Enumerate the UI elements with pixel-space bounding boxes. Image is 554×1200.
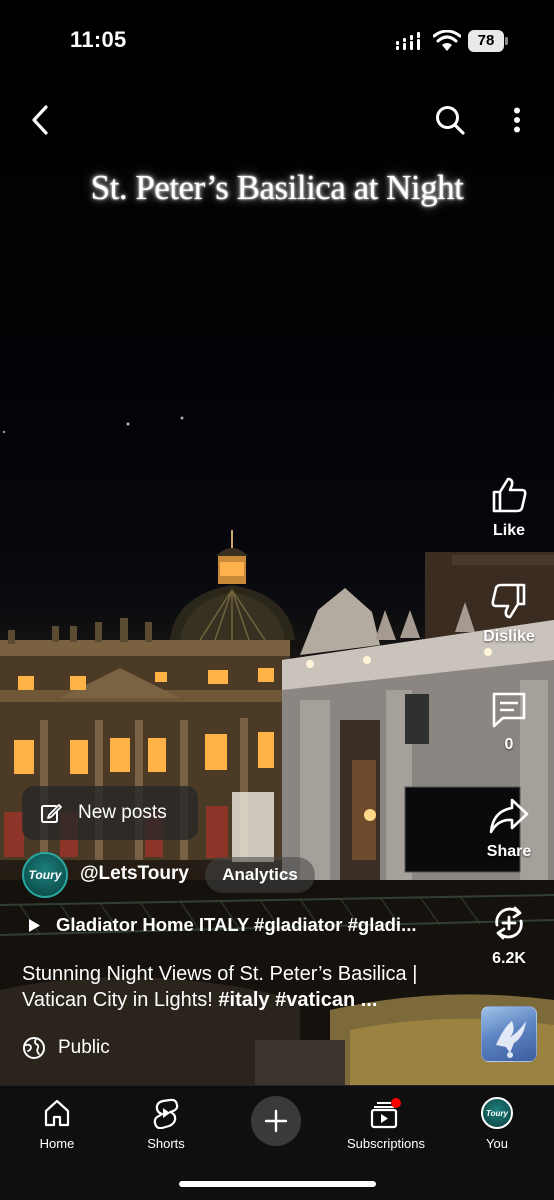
chevron-left-icon bbox=[32, 105, 48, 135]
search-button[interactable] bbox=[428, 98, 472, 142]
channel-avatar-text: Toury bbox=[28, 868, 62, 882]
share-button[interactable]: Share bbox=[474, 795, 544, 861]
subscriptions-icon bbox=[370, 1098, 401, 1129]
dislike-label: Dislike bbox=[483, 628, 535, 645]
home-indicator bbox=[179, 1181, 376, 1187]
globe-icon bbox=[23, 1037, 45, 1059]
battery-icon: 78 bbox=[468, 30, 508, 52]
play-icon bbox=[29, 918, 40, 932]
battery-level: 78 bbox=[468, 30, 504, 52]
nav-home[interactable]: Home bbox=[2, 1096, 112, 1151]
visibility-label: Public bbox=[58, 1037, 110, 1058]
like-label: Like bbox=[492, 522, 525, 539]
status-time: 11:05 bbox=[70, 27, 127, 52]
cellular-signal-icon bbox=[396, 32, 420, 50]
new-posts-button[interactable]: New posts bbox=[22, 786, 198, 840]
analytics-button[interactable]: Analytics bbox=[205, 857, 315, 893]
nav-home-label: Home bbox=[39, 1136, 75, 1151]
thumbs-up-icon bbox=[492, 477, 527, 513]
thumbs-down-icon bbox=[491, 583, 526, 619]
remix-icon bbox=[495, 906, 523, 940]
edit-icon bbox=[41, 804, 62, 823]
nav-you[interactable]: Toury You bbox=[442, 1096, 552, 1151]
more-vertical-icon bbox=[514, 107, 520, 133]
plus-icon bbox=[264, 1109, 288, 1133]
sound-thumbnail[interactable] bbox=[481, 1006, 537, 1062]
comments-button[interactable]: 0 bbox=[474, 688, 544, 754]
notification-dot bbox=[391, 1098, 401, 1108]
nav-subscriptions-label: Subscriptions bbox=[346, 1136, 426, 1151]
remix-button[interactable]: 6.2K bbox=[474, 902, 544, 968]
share-icon bbox=[489, 798, 529, 834]
you-avatar-text: Toury bbox=[486, 1108, 508, 1118]
remix-count: 6.2K bbox=[492, 950, 526, 967]
music-row[interactable]: Gladiator Home ITALY #gladiator #gladi..… bbox=[28, 914, 417, 936]
share-label: Share bbox=[486, 843, 532, 860]
channel-avatar[interactable]: Toury bbox=[22, 852, 68, 898]
new-posts-label: New posts bbox=[78, 802, 167, 823]
comments-count: 0 bbox=[504, 736, 514, 753]
dislike-button[interactable]: Dislike bbox=[474, 580, 544, 646]
nav-subscriptions[interactable]: Subscriptions bbox=[331, 1096, 441, 1151]
back-button[interactable] bbox=[20, 98, 60, 142]
status-bar: 11:05 78 bbox=[0, 0, 554, 84]
nav-you-label: You bbox=[486, 1136, 508, 1151]
comment-icon bbox=[492, 692, 526, 728]
visibility-indicator: Public bbox=[22, 1036, 110, 1060]
home-icon bbox=[44, 1099, 70, 1127]
like-button[interactable]: Like bbox=[474, 474, 544, 540]
music-title: Gladiator Home ITALY #gladiator #gladi..… bbox=[56, 914, 417, 935]
more-options-button[interactable] bbox=[500, 98, 534, 142]
video-description[interactable]: Stunning Night Views of St. Peter’s Basi… bbox=[22, 961, 472, 1013]
wifi-icon bbox=[433, 30, 461, 51]
channel-handle[interactable]: @LetsToury bbox=[80, 863, 189, 885]
pegasus-thumbnail-image bbox=[496, 1021, 526, 1058]
you-avatar: Toury bbox=[481, 1097, 513, 1129]
nav-shorts[interactable]: Shorts bbox=[111, 1096, 221, 1151]
search-icon bbox=[436, 106, 465, 135]
video-overlay-title: St. Peter’s Basilica at Night bbox=[90, 168, 464, 207]
create-button[interactable] bbox=[251, 1096, 301, 1146]
shorts-icon bbox=[153, 1098, 179, 1129]
description-hashtags[interactable]: #italy #vatican ... bbox=[218, 989, 377, 1011]
nav-shorts-label: Shorts bbox=[147, 1136, 185, 1151]
